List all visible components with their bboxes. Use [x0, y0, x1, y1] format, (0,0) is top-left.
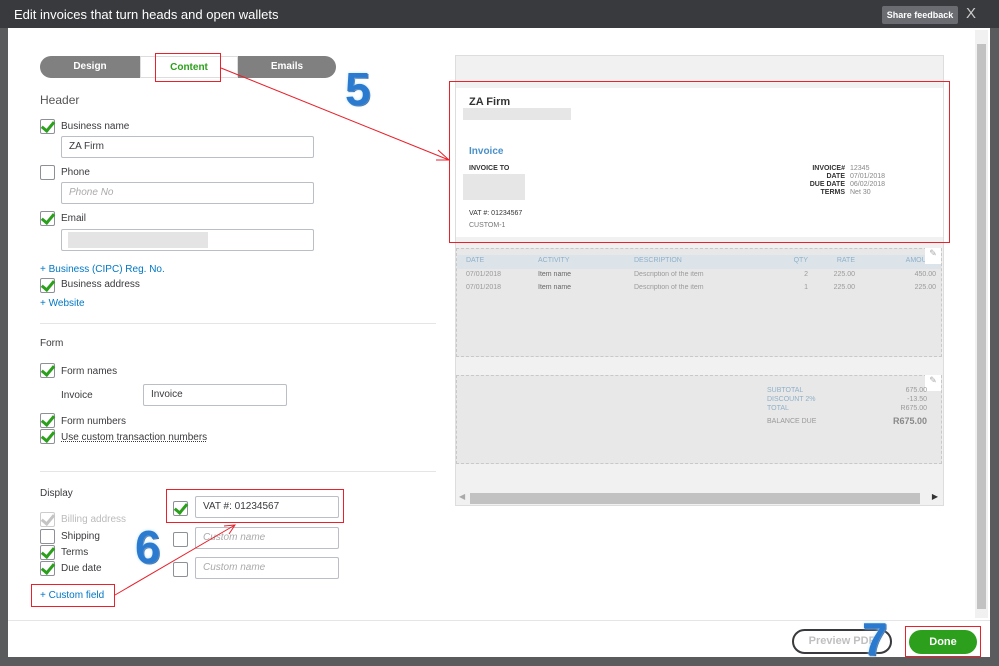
annotation-number-6: 6	[135, 521, 161, 573]
annotation-number-5: 5	[345, 63, 371, 115]
arrow-custom-field-to-vat	[114, 524, 236, 596]
annotation-number-7: 7	[862, 613, 888, 665]
arrow-content-to-preview	[220, 67, 450, 161]
